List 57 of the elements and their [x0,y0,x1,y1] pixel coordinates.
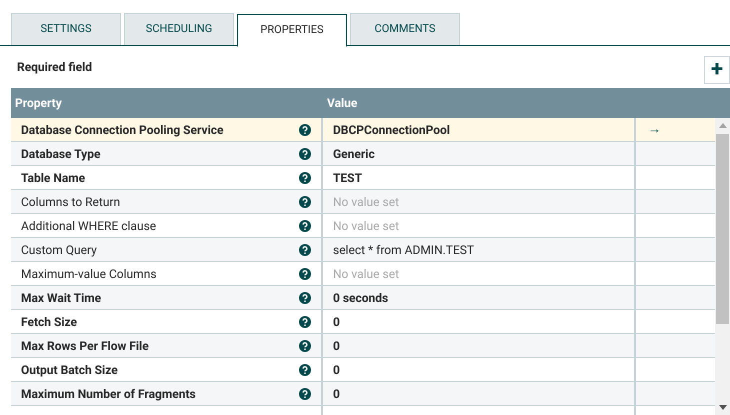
property-name: Fetch Size [21,314,78,330]
scrollbar[interactable] [715,118,730,415]
property-name: Maximum-value Columns [21,266,157,282]
table-row[interactable]: Columns to Return No value set [11,190,715,214]
help-icon[interactable] [299,340,311,352]
property-value[interactable]: 0 seconds [333,288,388,306]
table-row[interactable]: Max Wait Time 0 seconds [11,286,715,310]
help-icon[interactable] [299,172,311,184]
tab[interactable]: SCHEDULING [124,13,234,45]
help-icon[interactable] [299,292,311,304]
property-name: Maximum Number of Fragments [21,386,196,402]
table-row[interactable]: Database Connection Pooling Service DBCPConnectionPool → [11,118,715,142]
help-icon[interactable] [299,220,311,232]
go-to-service-link[interactable]: → [648,120,661,140]
property-name: Max Wait Time [21,290,102,306]
property-value[interactable]: 0 [333,360,340,378]
property-value[interactable]: 0 [333,384,340,402]
scroll-down-icon[interactable] [718,405,726,410]
help-icon[interactable] [299,244,311,256]
table-row[interactable]: Additional WHERE clause No value set [11,214,715,238]
property-value[interactable]: 0 [333,336,340,354]
property-name: Output Batch Size [21,362,118,378]
tab[interactable]: SETTINGS [11,13,121,45]
property-name: Additional WHERE clause [21,218,156,234]
help-icon[interactable] [299,148,311,160]
column-header: Property [14,95,63,112]
property-value[interactable]: 0 [333,312,340,330]
help-icon[interactable] [299,316,311,328]
property-name: Database Type [21,146,100,162]
property-name: Custom Query [21,242,97,258]
property-name: Max Rows Per Flow File [21,338,149,354]
help-icon[interactable] [299,388,311,400]
required-field-label: Required field [17,59,92,76]
column-header: Value [326,95,358,112]
table-row[interactable]: Output Batch Size 0 [11,358,715,382]
tab[interactable]: PROPERTIES [237,14,347,47]
tab[interactable]: COMMENTS [350,13,460,45]
table-row[interactable]: Table Name TEST [11,166,715,190]
property-name: Columns to Return [21,194,120,210]
help-icon[interactable] [299,268,311,280]
property-value[interactable]: Generic [333,144,375,162]
property-name: Database Connection Pooling Service [21,122,224,138]
property-name: Table Name [21,170,86,186]
property-value[interactable]: select * from ADMIN.TEST [333,240,474,258]
table-row[interactable]: Maximum Number of Fragments 0 [11,382,715,406]
help-icon[interactable] [299,364,311,376]
property-value[interactable]: DBCPConnectionPool [333,120,450,138]
table-row[interactable]: Max Rows Per Flow File 0 [11,334,715,358]
table-row[interactable]: Maximum-value Columns No value set [11,262,715,286]
scroll-thumb[interactable] [716,134,729,324]
help-icon[interactable] [299,124,311,136]
help-icon[interactable] [299,196,311,208]
table-row[interactable]: Database Type Generic [11,142,715,166]
table-row[interactable]: Fetch Size 0 [11,310,715,334]
property-value[interactable]: TEST [333,168,362,186]
add-property-button[interactable]: + [704,56,730,84]
table-row[interactable]: Custom Query select * from ADMIN.TEST [11,238,715,262]
